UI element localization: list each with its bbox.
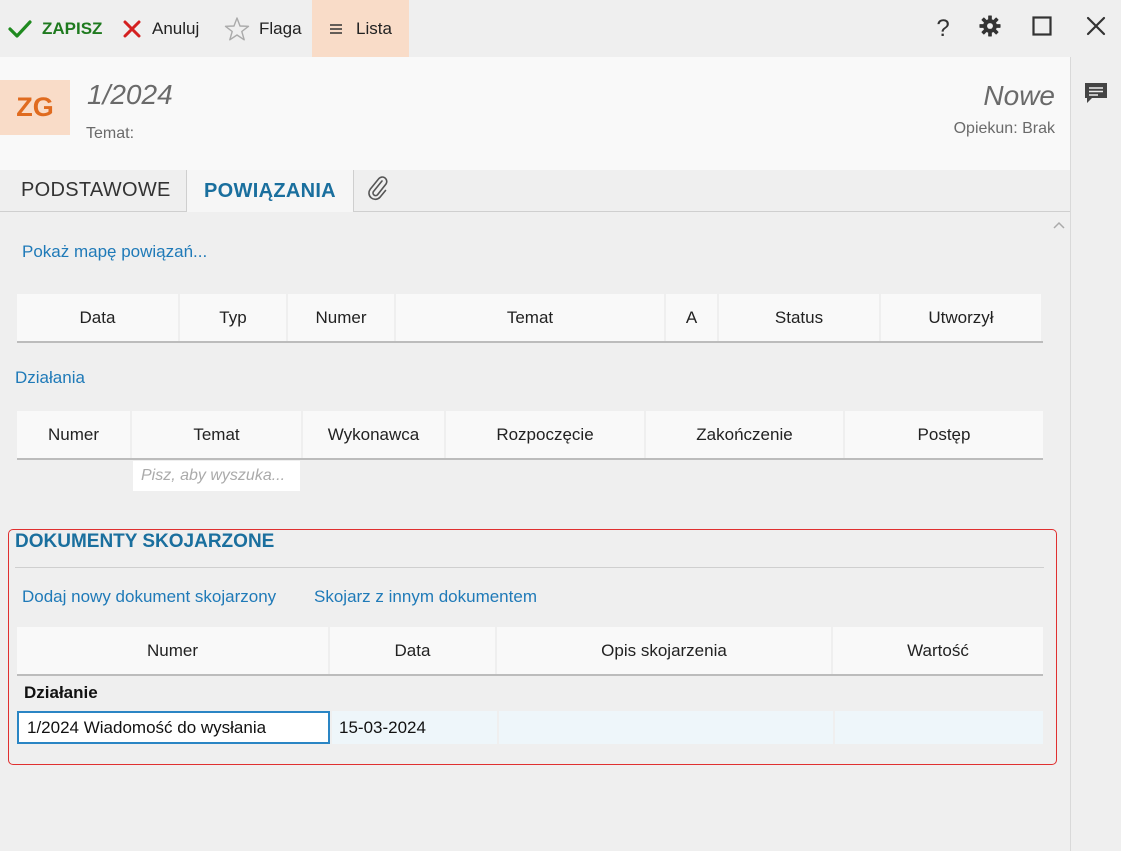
help-button[interactable]: ? xyxy=(923,0,963,57)
settings-button[interactable] xyxy=(970,0,1010,57)
toolbar: ZAPISZ Anuluj Flaga Lista ? xyxy=(0,0,1121,57)
document-header: ZG 1/2024 Temat: Nowe Opiekun: Brak xyxy=(0,57,1070,170)
cell-description[interactable] xyxy=(499,711,833,744)
scroll-up-icon[interactable] xyxy=(1052,217,1066,233)
column-header-type[interactable]: Typ xyxy=(180,294,286,341)
tab-attachments[interactable] xyxy=(366,170,390,211)
column-header-number[interactable]: Numer xyxy=(17,627,328,674)
flag-label: Flaga xyxy=(259,18,302,38)
document-number: 1/2024 xyxy=(87,79,173,110)
actions-table-header: Numer Temat Wykonawca Rozpoczęcie Zakońc… xyxy=(17,411,1043,460)
actions-link[interactable]: Działania xyxy=(15,368,85,388)
comments-icon[interactable] xyxy=(1083,81,1109,110)
column-header-created-by[interactable]: Utworzył xyxy=(881,294,1041,341)
column-header-association-description[interactable]: Opis skojarzenia xyxy=(497,627,831,674)
maximize-icon xyxy=(1032,16,1052,41)
cancel-label: Anuluj xyxy=(152,18,200,38)
divider xyxy=(15,567,1044,568)
list-button[interactable]: Lista xyxy=(312,0,409,57)
tab-basic[interactable]: PODSTAWOWE xyxy=(21,170,171,211)
close-icon xyxy=(1086,16,1106,41)
close-button[interactable] xyxy=(1076,0,1116,57)
add-related-document-link[interactable]: Dodaj nowy dokument skojarzony xyxy=(22,587,276,607)
column-header-date[interactable]: Data xyxy=(17,294,178,341)
column-header-subject[interactable]: Temat xyxy=(132,411,301,458)
subject-search-input[interactable]: Pisz, aby wyszuka... xyxy=(133,461,300,491)
column-header-number[interactable]: Numer xyxy=(17,411,130,458)
save-button[interactable]: ZAPISZ xyxy=(8,0,102,57)
show-links-map-link[interactable]: Pokaż mapę powiązań... xyxy=(22,242,207,262)
maximize-button[interactable] xyxy=(1022,0,1062,57)
tab-links[interactable]: POWIĄZANIA xyxy=(186,170,354,212)
star-icon xyxy=(224,16,250,42)
document-type-badge: ZG xyxy=(0,80,70,135)
column-header-value[interactable]: Wartość xyxy=(833,627,1043,674)
checkmark-icon xyxy=(8,19,32,39)
associate-document-link[interactable]: Skojarz z innym dokumentem xyxy=(314,587,537,607)
subject-label: Temat: xyxy=(86,125,135,142)
table-row[interactable]: 1/2024 Wiadomość do wysłania 15-03-2024 xyxy=(17,711,1043,744)
column-header-subject[interactable]: Temat xyxy=(396,294,664,341)
flag-button[interactable]: Flaga xyxy=(224,0,302,57)
column-header-a[interactable]: A xyxy=(666,294,717,341)
column-header-end[interactable]: Zakończenie xyxy=(646,411,843,458)
column-header-start[interactable]: Rozpoczęcie xyxy=(446,411,644,458)
help-icon: ? xyxy=(936,14,950,42)
column-header-progress[interactable]: Postęp xyxy=(845,411,1043,458)
cell-number[interactable]: 1/2024 Wiadomość do wysłania xyxy=(17,711,330,744)
column-header-number[interactable]: Numer xyxy=(288,294,394,341)
guardian-label: Opiekun: Brak xyxy=(953,120,1055,137)
paperclip-icon xyxy=(366,174,390,208)
document-status: Nowe xyxy=(983,80,1055,111)
save-label: ZAPISZ xyxy=(42,18,103,38)
column-header-status[interactable]: Status xyxy=(719,294,879,341)
group-header: Działanie xyxy=(24,683,98,702)
tab-bar: PODSTAWOWE POWIĄZANIA xyxy=(0,170,1070,212)
menu-icon xyxy=(330,23,342,35)
column-header-executor[interactable]: Wykonawca xyxy=(303,411,444,458)
links-table-header: Data Typ Numer Temat A Status Utworzył xyxy=(17,294,1043,343)
cancel-button[interactable]: Anuluj xyxy=(122,0,199,57)
close-x-icon xyxy=(122,19,142,39)
column-header-date[interactable]: Data xyxy=(330,627,495,674)
gear-icon xyxy=(979,15,1001,42)
related-documents-table-header: Numer Data Opis skojarzenia Wartość xyxy=(17,627,1043,676)
cell-date[interactable]: 15-03-2024 xyxy=(332,711,497,744)
related-documents-title: DOKUMENTY SKOJARZONE xyxy=(15,531,275,552)
list-label: Lista xyxy=(356,18,392,38)
cell-value[interactable] xyxy=(835,711,1043,744)
right-sidebar xyxy=(1070,57,1121,851)
